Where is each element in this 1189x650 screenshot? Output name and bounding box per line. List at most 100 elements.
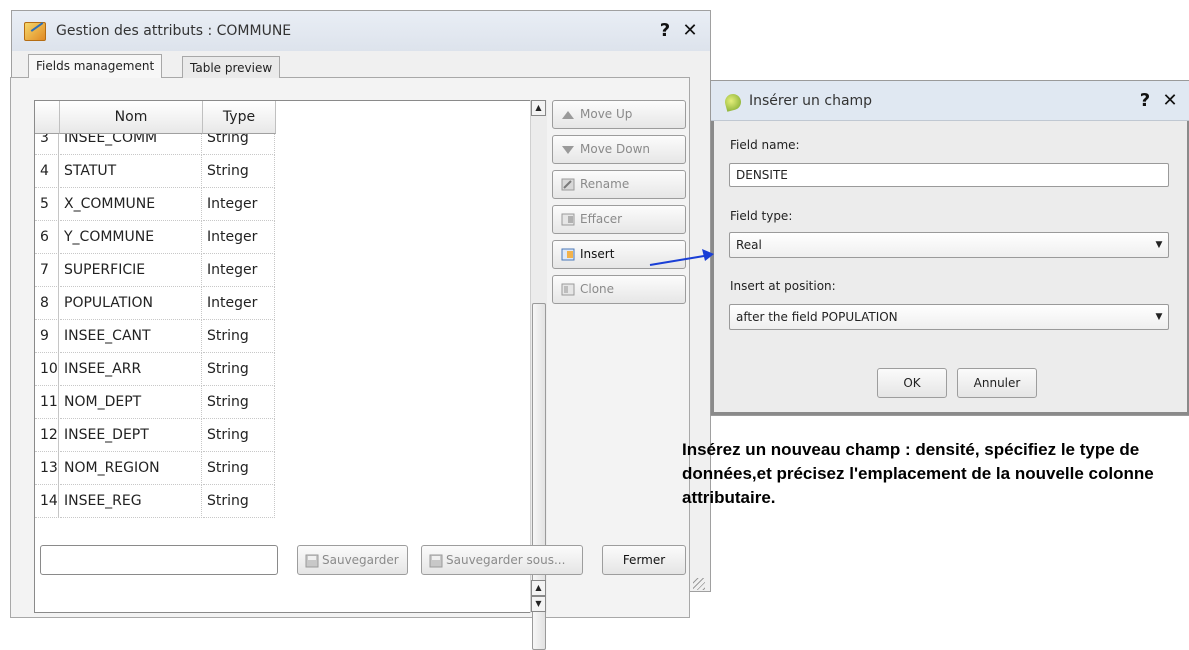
cell-field-name[interactable]: SUPERFICIE <box>60 254 202 287</box>
cell-field-name[interactable]: Y_COMMUNE <box>60 221 202 254</box>
resize-grip-icon[interactable] <box>693 578 705 590</box>
tab-fields-management[interactable]: Fields management <box>28 54 163 78</box>
field-type-label: Field type: <box>730 209 793 223</box>
field-name-input[interactable]: DENSITE <box>729 163 1169 187</box>
cell-field-name[interactable]: INSEE_DEPT <box>60 419 202 452</box>
insert-help-button[interactable]: ? <box>1134 91 1156 111</box>
table-edit-icon <box>24 22 46 41</box>
scroll-up-icon[interactable]: ▲ <box>531 100 546 116</box>
close-button[interactable]: ✕ <box>678 21 702 41</box>
cell-field-type[interactable]: String <box>203 485 275 518</box>
instruction-caption: Insérez un nouveau champ : densité, spéc… <box>682 440 1154 507</box>
table-row[interactable]: 12 INSEE_DEPT String <box>35 419 530 452</box>
row-header-corner <box>35 101 60 134</box>
table-row[interactable]: 13 NOM_REGION String <box>35 452 530 485</box>
cell-field-type[interactable]: String <box>203 419 275 452</box>
cell-field-type[interactable]: Integer <box>203 287 275 320</box>
position-select[interactable]: after the field POPULATION ▼ <box>729 304 1169 330</box>
clone-label: Clone <box>580 282 615 296</box>
move-down-label: Move Down <box>580 142 650 156</box>
table-row[interactable]: 7 SUPERFICIE Integer <box>35 254 530 287</box>
field-type-value: Real <box>736 238 762 252</box>
row-number[interactable]: 10 <box>35 353 59 386</box>
cell-field-name[interactable]: POPULATION <box>60 287 202 320</box>
clone-icon <box>561 283 575 296</box>
row-number[interactable]: 14 <box>35 485 59 518</box>
cell-field-name[interactable]: INSEE_ARR <box>60 353 202 386</box>
fields-table[interactable]: Nom Type 3 INSEE_COMM String 4 STATUT String 5… <box>34 100 544 613</box>
table-row[interactable]: 9 INSEE_CANT String <box>35 320 530 353</box>
cell-field-type[interactable]: String <box>203 155 275 188</box>
scroll-down-icon[interactable]: ▼ <box>531 596 546 612</box>
cell-field-type[interactable]: String <box>203 320 275 353</box>
position-value: after the field POPULATION <box>736 310 898 324</box>
row-number[interactable]: 13 <box>35 452 59 485</box>
pointer-arrow-icon <box>649 249 714 266</box>
cell-field-type[interactable]: String <box>203 353 275 386</box>
rename-icon <box>561 178 575 191</box>
table-row[interactable]: 10 INSEE_ARR String <box>35 353 530 386</box>
table-row[interactable]: 5 X_COMMUNE Integer <box>35 188 530 221</box>
chevron-down-icon[interactable]: ▼ <box>1150 305 1168 329</box>
tab-table-preview[interactable]: Table preview <box>182 56 281 78</box>
cell-field-type[interactable]: Integer <box>203 221 275 254</box>
row-number[interactable]: 9 <box>35 320 59 353</box>
arrow-up-icon <box>562 111 574 119</box>
qgis-icon <box>723 92 743 112</box>
column-header-nom[interactable]: Nom <box>60 101 203 134</box>
cell-field-name[interactable]: NOM_REGION <box>60 452 202 485</box>
dialog-title: Gestion des attributs : COMMUNE <box>56 23 292 39</box>
scroll-up-icon[interactable]: ▲ <box>531 580 546 596</box>
row-number[interactable]: 11 <box>35 386 59 419</box>
row-number[interactable]: 5 <box>35 188 59 221</box>
rename-label: Rename <box>580 177 630 191</box>
insert-column-icon <box>561 248 575 261</box>
move-up-label: Move Up <box>580 107 633 121</box>
move-up-button[interactable]: Move Up <box>552 100 686 129</box>
save-label: Sauvegarder <box>322 553 399 567</box>
floppy-icon <box>305 554 319 568</box>
help-button[interactable]: ? <box>654 21 676 41</box>
insert-title-bar: Insérer un champ ? ✕ <box>711 81 1189 121</box>
save-button[interactable]: Sauvegarder <box>297 545 408 575</box>
cell-field-type[interactable]: String <box>203 452 275 485</box>
row-number[interactable]: 12 <box>35 419 59 452</box>
delete-button[interactable]: Effacer <box>552 205 686 234</box>
cell-field-type[interactable]: Integer <box>203 254 275 287</box>
cell-field-name[interactable]: X_COMMUNE <box>60 188 202 221</box>
close-dialog-button[interactable]: Fermer <box>602 545 686 575</box>
table-row[interactable]: 11 NOM_DEPT String <box>35 386 530 419</box>
save-as-button[interactable]: Sauvegarder sous... <box>421 545 583 575</box>
table-row[interactable]: 4 STATUT String <box>35 155 530 188</box>
cell-field-type[interactable]: Integer <box>203 188 275 221</box>
move-down-button[interactable]: Move Down <box>552 135 686 164</box>
cell-field-name[interactable]: INSEE_REG <box>60 485 202 518</box>
column-header-type[interactable]: Type <box>203 101 276 134</box>
table-scrollbar[interactable]: ▲ ▲ ▼ <box>530 100 547 650</box>
insert-label: Insert <box>580 247 615 261</box>
row-number[interactable]: 4 <box>35 155 59 188</box>
arrow-down-icon <box>562 146 574 154</box>
cell-field-type[interactable]: String <box>203 386 275 419</box>
expression-input[interactable] <box>40 545 278 575</box>
table-row[interactable]: 6 Y_COMMUNE Integer <box>35 221 530 254</box>
floppy-icon <box>429 554 443 568</box>
field-type-select[interactable]: Real ▼ <box>729 232 1169 258</box>
table-row[interactable]: 14 INSEE_REG String <box>35 485 530 518</box>
rename-button[interactable]: Rename <box>552 170 686 199</box>
row-number[interactable]: 7 <box>35 254 59 287</box>
delete-column-icon <box>561 213 575 226</box>
cell-field-name[interactable]: NOM_DEPT <box>60 386 202 419</box>
row-number[interactable]: 8 <box>35 287 59 320</box>
chevron-down-icon[interactable]: ▼ <box>1150 233 1168 257</box>
cell-field-name[interactable]: STATUT <box>60 155 202 188</box>
clone-button[interactable]: Clone <box>552 275 686 304</box>
row-number[interactable]: 6 <box>35 221 59 254</box>
cell-field-name[interactable]: INSEE_CANT <box>60 320 202 353</box>
table-row[interactable]: 8 POPULATION Integer <box>35 287 530 320</box>
insert-close-button[interactable]: ✕ <box>1158 91 1182 111</box>
field-name-label: Field name: <box>730 138 800 152</box>
ok-button[interactable]: OK <box>877 368 947 398</box>
delete-label: Effacer <box>580 212 623 226</box>
cancel-button[interactable]: Annuler <box>957 368 1037 398</box>
